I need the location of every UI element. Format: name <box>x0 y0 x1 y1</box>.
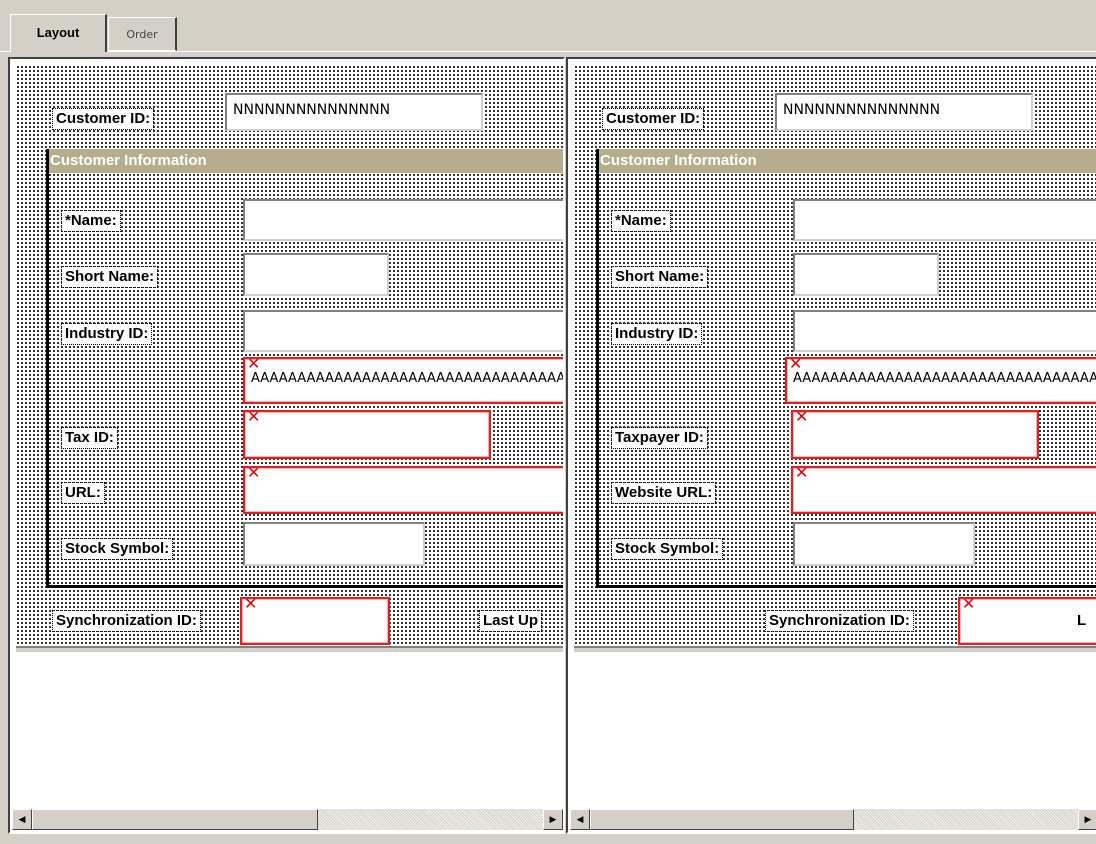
error-x-icon: ✕ <box>795 410 809 426</box>
scroll-left-button[interactable]: ◀ <box>570 809 590 830</box>
tax-id-label: Tax ID: <box>61 427 118 449</box>
tab-order-label: Order <box>126 28 158 41</box>
horizontal-scrollbar-left[interactable]: ◀ ▶ <box>12 809 563 830</box>
taxpayer-id-label: Taxpayer ID: <box>611 427 708 449</box>
website-url-field[interactable]: ✕ <box>791 466 1096 514</box>
url-field[interactable]: ✕ <box>243 466 563 514</box>
industry-description-field[interactable]: ✕ AAAAAAAAAAAAAAAAAAAAAAAAAAAAAAAAAAAAAA… <box>785 357 1096 404</box>
name-label: *Name: <box>611 210 671 232</box>
design-surface-left[interactable]: Customer ID: NNNNNNNNNNNNNNN Customer In… <box>16 65 565 652</box>
horizontal-scrollbar-right[interactable]: ◀ ▶ <box>570 809 1096 830</box>
tax-id-field[interactable]: ✕ <box>243 410 491 459</box>
scroll-left-button[interactable]: ◀ <box>12 809 32 830</box>
customer-id-field[interactable]: NNNNNNNNNNNNNNN <box>225 93 483 131</box>
stock-symbol-label: Stock Symbol: <box>610 538 724 560</box>
last-updated-label: L <box>1077 612 1087 629</box>
stock-symbol-field[interactable] <box>793 522 975 566</box>
taxpayer-id-field[interactable]: ✕ <box>791 410 1039 459</box>
error-x-icon: ✕ <box>789 357 803 373</box>
name-field[interactable] <box>243 199 563 241</box>
website-url-label: Website URL: <box>610 482 717 504</box>
stock-symbol-field[interactable] <box>243 522 425 566</box>
industry-id-label: Industry ID: <box>610 323 703 345</box>
group-title: Customer Information <box>599 149 1096 173</box>
scroll-thumb[interactable] <box>32 809 318 830</box>
name-field[interactable] <box>793 199 1096 241</box>
short-name-label: Short Name: <box>610 266 709 288</box>
industry-description-value: AAAAAAAAAAAAAAAAAAAAAAAAAAAAAAAAAAAAAAAA… <box>793 371 1096 386</box>
error-x-icon: ✕ <box>795 466 809 482</box>
sync-id-label: Synchronization ID: <box>765 610 914 632</box>
scroll-right-button[interactable]: ▶ <box>1078 809 1096 830</box>
error-x-icon: ✕ <box>962 597 976 613</box>
url-label: URL: <box>61 482 105 504</box>
left-design-pane: Customer ID: NNNNNNNNNNNNNNN Customer In… <box>8 57 565 834</box>
design-surface-right[interactable]: Customer ID: NNNNNNNNNNNNNNN Customer In… <box>574 65 1096 652</box>
error-x-icon: ✕ <box>247 410 261 426</box>
scroll-right-button[interactable]: ▶ <box>543 809 563 830</box>
industry-id-field[interactable] <box>793 310 1096 352</box>
error-x-icon: ✕ <box>247 357 261 373</box>
scroll-thumb[interactable] <box>590 809 854 830</box>
group-title: Customer Information <box>49 149 563 173</box>
error-x-icon: ✕ <box>244 597 258 613</box>
industry-description-field[interactable]: ✕ AAAAAAAAAAAAAAAAAAAAAAAAAAAAAAAAAAAAAA… <box>243 357 565 404</box>
industry-id-field[interactable] <box>243 310 563 352</box>
short-name-field[interactable] <box>243 253 389 296</box>
industry-description-value: AAAAAAAAAAAAAAAAAAAAAAAAAAAAAAAAAAAAAAAA… <box>251 371 565 386</box>
sync-id-label: Synchronization ID: <box>52 610 201 632</box>
stock-symbol-label: Stock Symbol: <box>60 538 174 560</box>
tab-strip: Layout Order <box>0 0 1096 52</box>
error-x-icon: ✕ <box>247 466 261 482</box>
customer-id-field[interactable]: NNNNNNNNNNNNNNN <box>775 93 1033 131</box>
customer-id-label: Customer ID: <box>601 108 705 130</box>
right-design-pane: Customer ID: NNNNNNNNNNNNNNN Customer In… <box>566 57 1096 834</box>
name-label: *Name: <box>61 210 121 232</box>
last-updated-label: Last Up <box>478 610 543 632</box>
tab-layout[interactable]: Layout <box>10 14 107 52</box>
sync-id-field[interactable]: ✕ <box>240 597 390 645</box>
short-name-label: Short Name: <box>60 266 159 288</box>
customer-id-label: Customer ID: <box>51 108 155 130</box>
industry-id-label: Industry ID: <box>60 323 153 345</box>
short-name-field[interactable] <box>793 253 939 296</box>
tab-order[interactable]: Order <box>108 17 177 51</box>
